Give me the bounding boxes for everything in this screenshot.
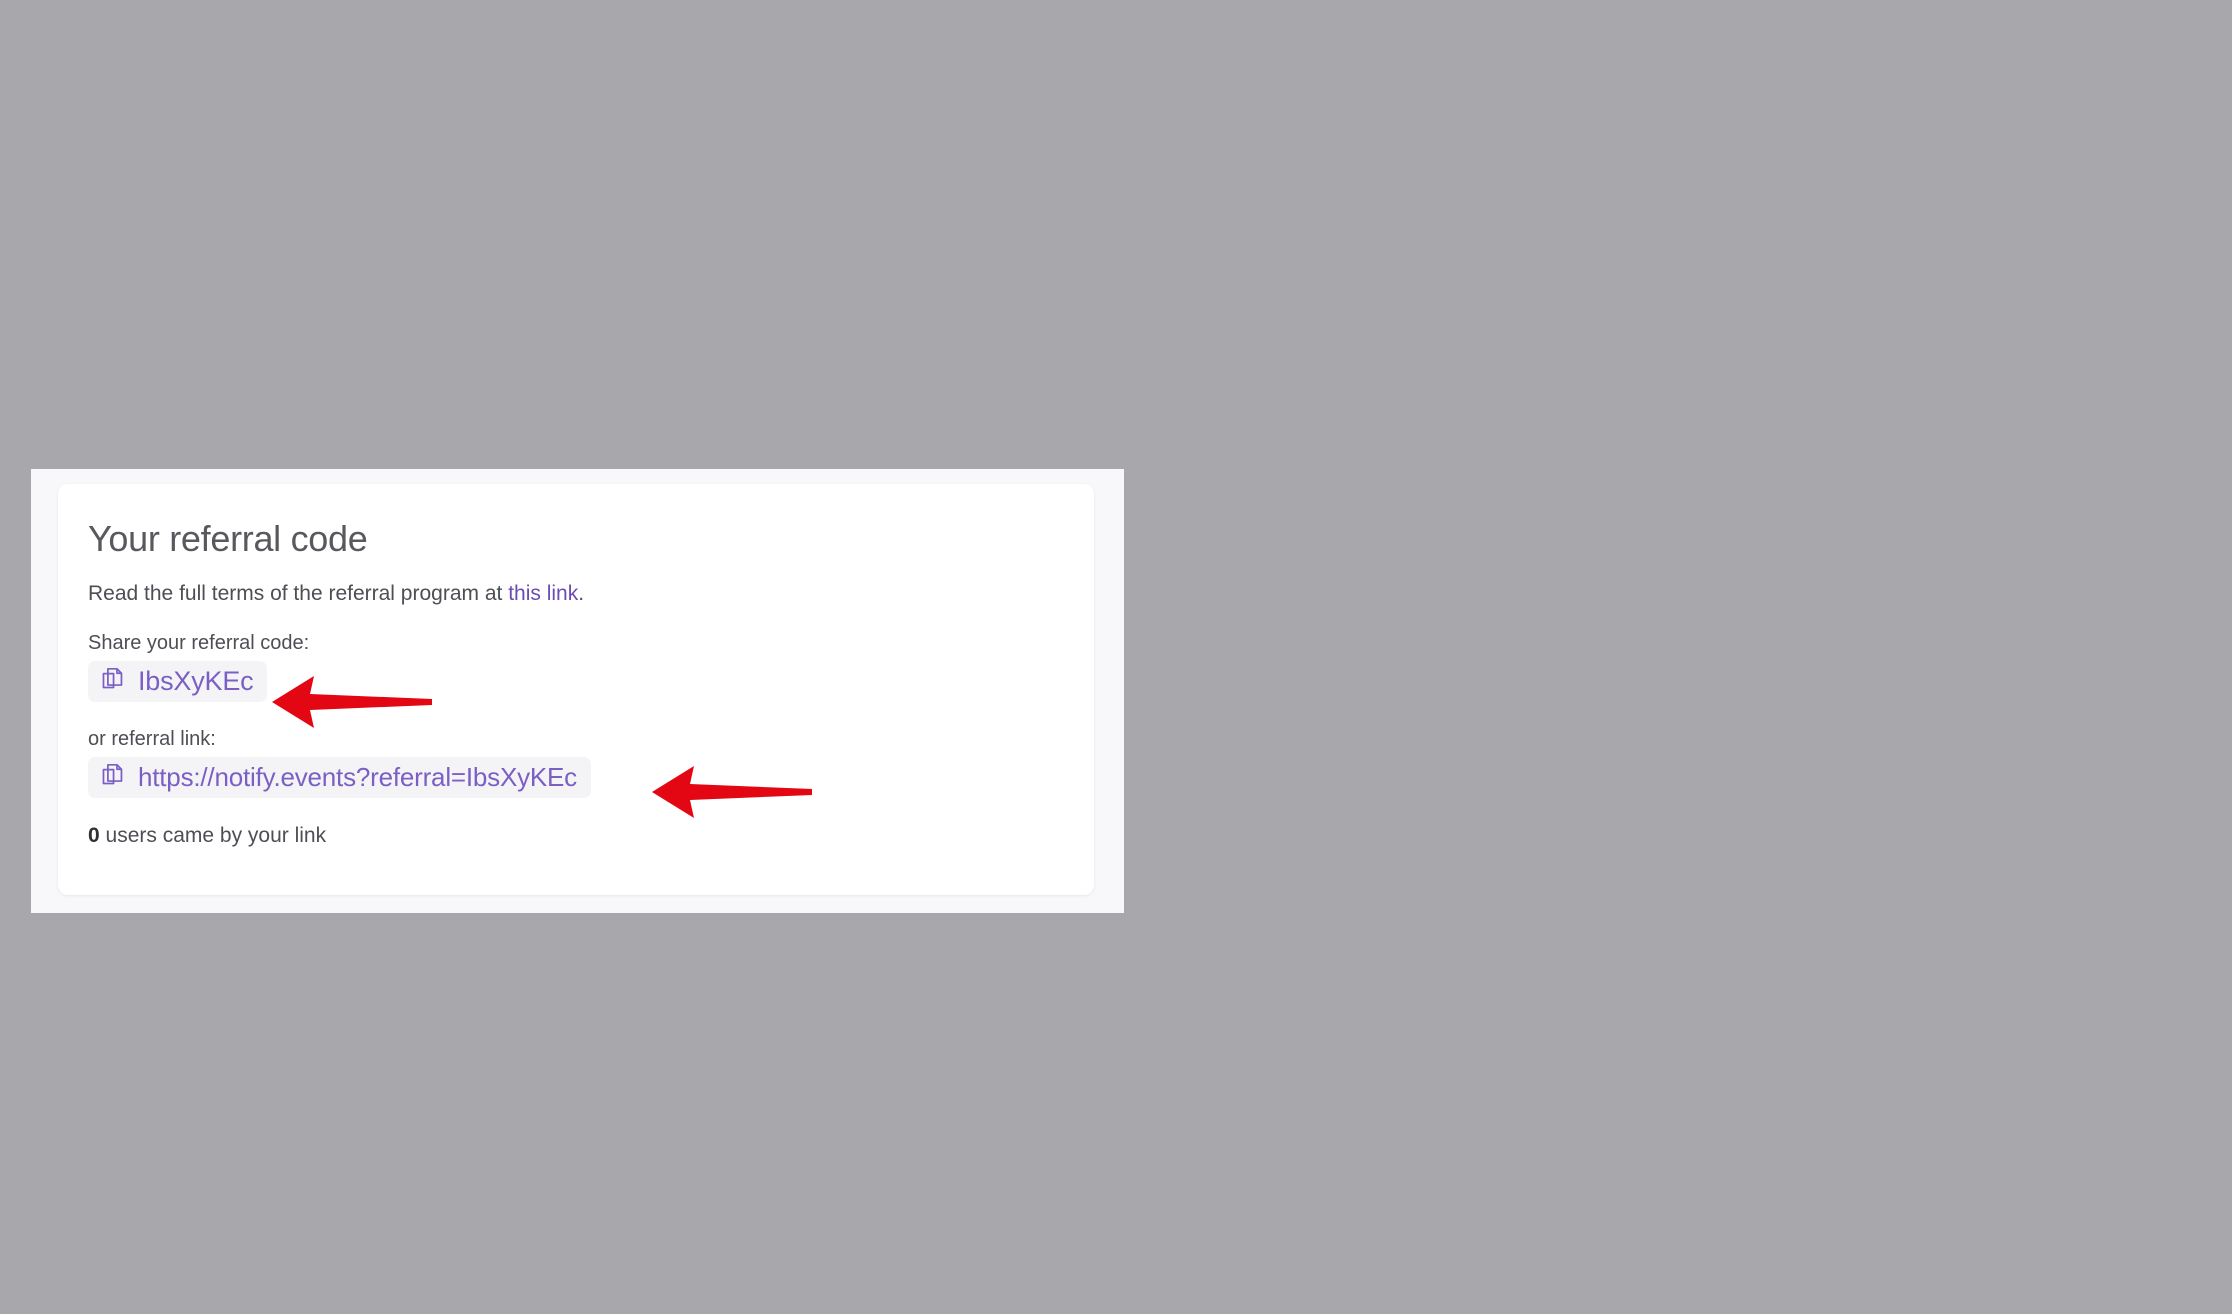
auto-renewal-tomorrow-checkbox[interactable] — [87, 199, 114, 227]
api-docs-link[interactable]: API — [231, 1184, 263, 1206]
password-label: Password — [1197, 1, 1294, 26]
referral-link-label: or referral link: — [88, 728, 216, 750]
auth-key-mask — [269, 1127, 582, 1150]
api-hint: Use this key for API access — [89, 1184, 1063, 1207]
new-password-label: New password — [1197, 141, 1342, 166]
balance-threshold-checkbox[interactable] — [87, 0, 114, 18]
referral-terms-prefix: Read the full terms of the referral prog… — [88, 582, 509, 605]
upcoming-renewal-label: Insufficient funds for the upcoming plan… — [130, 167, 611, 191]
referral-card-title: Your referral code — [88, 518, 368, 559]
auth-key-label: Auth Key — [89, 1071, 175, 1094]
referral-link-copy-button[interactable]: https://notify.events?referral=IbsXyKEc — [88, 757, 591, 798]
upcoming-renewal-row[interactable]: Insufficient funds for the upcoming plan… — [87, 162, 1065, 196]
upcoming-renewal-prefix: Insufficient funds for the — [130, 167, 380, 190]
password-card: Password New password Save — [1168, 0, 2204, 435]
referral-code-value: IbsXyKEc — [138, 666, 254, 696]
referral-users-count: 0 — [88, 824, 100, 847]
password-field[interactable] — [1197, 40, 2175, 105]
api-hint-suffix: access — [263, 1184, 332, 1206]
save-password-button[interactable]: Save — [1197, 285, 1297, 343]
upcoming-plan-renewal-link[interactable]: upcoming plan renewal — [379, 167, 610, 190]
auto-renewal-tomorrow-row[interactable]: Funds for tariff plan auto-renewal will … — [87, 196, 1065, 230]
api-hint-prefix: Use this key for — [89, 1184, 232, 1206]
referral-code-card: Your referral code Read the full terms o… — [58, 484, 1094, 895]
referral-link-value: https://notify.events?referral=IbsXyKEc — [138, 762, 577, 792]
referral-users-text: users came by your link — [99, 824, 327, 847]
referral-terms-link[interactable]: this link — [508, 582, 578, 605]
auth-key-value: p_gqIP9N. — [149, 1125, 256, 1151]
delete-account-button[interactable]: Delete account — [1199, 556, 1394, 614]
referral-terms-text: Read the full terms of the referral prog… — [88, 582, 1064, 606]
insufficient-send-checkbox[interactable] — [87, 107, 114, 135]
auth-key-field[interactable]: p_gqIP9N. — [89, 1107, 1067, 1170]
balance-threshold-label: The balance is less than: — [130, 0, 377, 15]
balance-threshold-input[interactable] — [87, 31, 1065, 94]
referral-code-copy-button[interactable]: IbsXyKEc — [88, 661, 268, 702]
upcoming-renewal-checkbox[interactable] — [87, 165, 114, 193]
referral-terms-suffix: . — [578, 582, 585, 605]
insufficient-send-label: Insufficient funds to send messages — [130, 109, 490, 132]
auto-renewal-tomorrow-label: Funds for tariff plan auto-renewal will … — [130, 201, 718, 224]
new-password-field[interactable] — [1197, 180, 2175, 245]
share-code-label: Share your referral code: — [88, 632, 310, 654]
delete-account-card: Delete account Delete account — [1168, 463, 2204, 675]
copy-icon[interactable] — [100, 762, 126, 793]
api-card-title: API — [89, 1003, 147, 1044]
copy-icon[interactable] — [100, 666, 126, 697]
api-card: API Auth Key p_gqIP9N. Use this key for … — [58, 972, 1094, 1314]
insufficient-auto-renewal-row[interactable]: Insufficient funds for plan auto-renewal — [87, 230, 1065, 264]
save-notifications-button[interactable]: Save — [87, 306, 187, 364]
reset-api-key-button[interactable]: Reset — [89, 1261, 198, 1314]
referral-users-count-line: 0 users came by your link — [88, 824, 1064, 848]
copy-icon[interactable] — [112, 1124, 137, 1154]
balance-notifications-card: The balance is less than: Insufficient f… — [58, 0, 1094, 438]
insufficient-send-row[interactable]: Insufficient funds to send messages — [87, 104, 1065, 138]
settings-page: The balance is less than: Insufficient f… — [0, 0, 2232, 1314]
insufficient-auto-renewal-label: Insufficient funds for plan auto-renewal — [130, 235, 520, 258]
balance-threshold-row[interactable]: The balance is less than: — [87, 0, 1065, 21]
insufficient-auto-renewal-checkbox[interactable] — [87, 233, 114, 261]
delete-account-title: Delete account — [1199, 492, 1435, 533]
